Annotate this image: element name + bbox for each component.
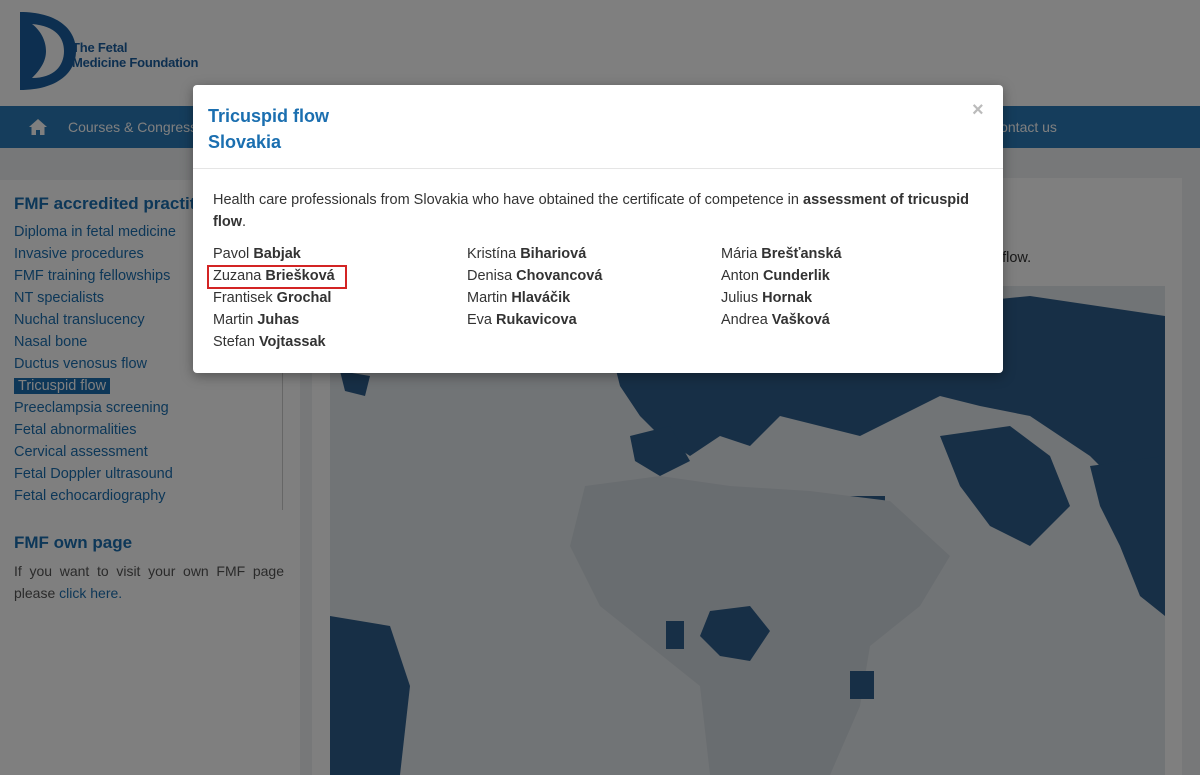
certified-practitioners-modal: Tricuspid flow Slovakia × Health care pr… [193,85,1003,373]
last-name: Brešťanská [761,246,842,262]
first-name: Eva [467,312,492,328]
modal-title: Tricuspid flow Slovakia [208,103,329,155]
last-name: Bihariová [520,246,587,262]
practitioner-name[interactable]: Kristína Bihariová [467,243,721,265]
first-name: Zuzana [213,268,262,284]
practitioner-name[interactable]: Andrea Vašková [721,309,975,331]
practitioner-name[interactable]: Martin Juhas [213,309,467,331]
first-name: Andrea [721,312,768,328]
last-name: Rukavicova [496,312,577,328]
first-name: Pavol [213,246,250,262]
last-name: Grochal [276,290,332,306]
first-name: Denisa [467,268,513,284]
last-name: Briešková [265,268,335,284]
first-name: Stefan [213,334,255,350]
last-name: Juhas [257,312,300,328]
modal-title-country: Slovakia [208,132,282,152]
practitioner-name[interactable]: Zuzana Briešková [207,265,467,289]
first-name: Julius [721,290,759,306]
practitioner-name[interactable]: Julius Hornak [721,287,975,309]
intro-text: Health care professionals from Slovakia … [213,192,799,208]
practitioner-name[interactable]: Anton Cunderlik [721,265,975,287]
practitioner-name[interactable]: Denisa Chovancová [467,265,721,287]
practitioner-name[interactable]: Frantisek Grochal [213,287,467,309]
last-name: Hornak [762,290,813,306]
first-name: Anton [721,268,759,284]
practitioner-name[interactable]: Pavol Babjak [213,243,467,265]
first-name: Mária [721,246,758,262]
practitioner-name[interactable]: Stefan Vojtassak [213,331,467,353]
modal-header: Tricuspid flow Slovakia × [193,85,1003,169]
close-icon[interactable]: × [972,100,984,120]
practitioner-name[interactable]: Eva Rukavicova [467,309,721,331]
modal-intro-text: Health care professionals from Slovakia … [213,189,973,233]
first-name: Martin [467,290,508,306]
last-name: Hlaváčik [511,290,571,306]
last-name: Babjak [253,246,301,262]
last-name: Vojtassak [258,334,326,350]
practitioner-name[interactable]: Martin Hlaváčik [467,287,721,309]
practitioner-name[interactable]: Mária Brešťanská [721,243,975,265]
last-name: Vašková [771,312,830,328]
first-name: Martin [213,312,254,328]
modal-title-test: Tricuspid flow [208,106,330,126]
first-name: Kristína [467,246,517,262]
last-name: Chovancová [516,268,603,284]
last-name: Cunderlik [762,268,830,284]
practitioner-list: Pavol Babjak Kristína Bihariová Mária Breš… [207,243,993,353]
first-name: Frantisek [213,290,273,306]
intro-end: . [242,214,247,230]
